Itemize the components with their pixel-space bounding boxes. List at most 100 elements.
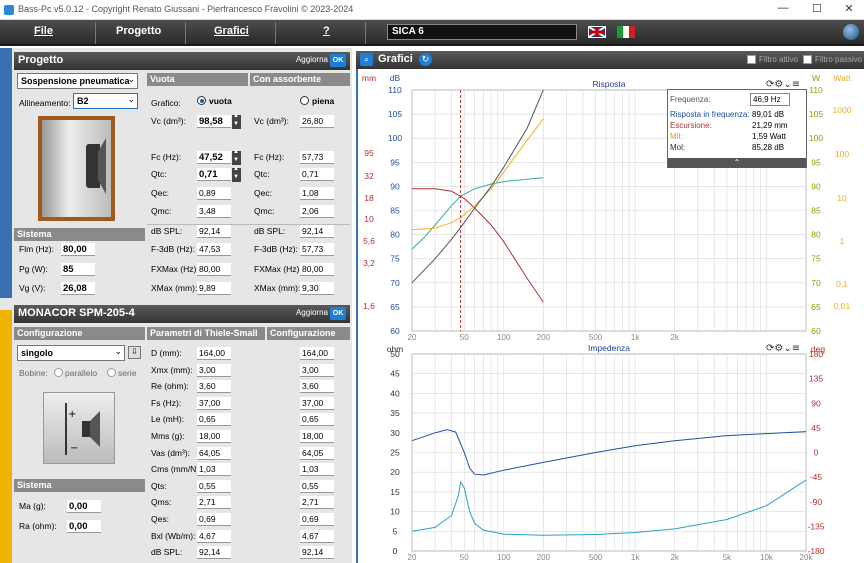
x-tick-label: 100 [497,553,511,562]
sistema-label: Pg (W): [19,264,48,274]
ts-config-value[interactable]: 0,69 [300,513,334,526]
menu-file[interactable]: File [34,25,53,37]
config-select[interactable]: singolo ⌄ [17,345,125,361]
watt-unit-label: Watt [833,73,851,83]
ts-value[interactable]: 1,03 [197,463,231,477]
vuota-value[interactable]: 92,14 [197,225,231,238]
ts-config-value[interactable]: 1,03 [300,463,334,477]
assorbente-label: F-3dB (Hz): [254,244,298,254]
ts-value[interactable]: 4,67 [197,529,231,543]
value-spinner[interactable] [232,166,241,182]
menu-help[interactable]: ? [323,25,330,37]
assorbente-value[interactable]: 80,00 [300,263,334,276]
filtro-attivo-checkbox[interactable] [747,55,756,64]
tooltip-row-value: 1,59 Watt [752,132,786,141]
piena-radio[interactable] [300,96,309,105]
piena-radio-label: piena [312,96,335,106]
serie-radio[interactable] [107,368,116,377]
vuota-value[interactable]: 80,00 [197,263,231,276]
ts-config-value[interactable]: 3,60 [300,380,334,394]
ts-value[interactable]: 0,69 [197,513,231,526]
value-spinner[interactable] [232,149,241,165]
ts-config-value[interactable]: 64,05 [300,446,334,460]
vuota-radio[interactable] [197,96,206,105]
vuota-value[interactable]: 3,48 [197,205,231,218]
project-name-field[interactable]: SICA 6 [387,24,577,40]
ts-config-value[interactable]: 0,65 [300,413,334,427]
ts-value[interactable]: 3,60 [197,380,231,394]
assorbente-value[interactable]: 92,14 [300,225,334,238]
vuota-value[interactable]: 0,71 [197,168,231,181]
vuota-value[interactable]: 9,89 [197,282,231,295]
ts-value[interactable]: 18,00 [197,430,231,443]
ts-label: Xmx (mm): [151,364,193,375]
assorbente-value[interactable]: 0,71 [300,168,334,181]
refresh-icon[interactable]: ↻ [419,53,432,66]
ts-label: Bxl (Wb/m): [151,530,196,541]
suspension-select[interactable]: Sospensione pneumatica ⌄ [17,73,138,89]
sistema-value[interactable]: 85 [61,263,95,276]
y-tick-label: 45 [390,369,400,379]
ts-config-value[interactable]: 4,67 [300,529,334,543]
driver-sistema-value[interactable]: 0,00 [67,520,101,533]
vuota-header: Vuota [147,73,248,86]
allineamento-select[interactable]: B2 ⌄ [73,93,138,109]
value-spinner[interactable] [232,113,241,129]
driver-sistema-header: Sistema [14,479,145,492]
close-button[interactable]: ✕ [834,2,864,18]
sistema-value[interactable]: 80,00 [61,243,95,256]
ts-config-value[interactable]: 2,71 [300,496,334,510]
y2-tick-label: 90 [811,398,821,408]
assorbente-value[interactable]: 57,73 [300,151,334,164]
ts-value[interactable]: 3,00 [197,363,231,377]
flag-uk-icon[interactable] [588,26,606,38]
filtro-passivo-checkbox[interactable] [803,55,812,64]
vuota-value[interactable]: 98,58 [197,115,231,128]
progetto-ok-button[interactable]: OK [330,54,346,67]
tooltip-row-value: 21,29 mm [752,121,788,130]
ts-config-value[interactable]: 164,00 [300,347,334,360]
flag-it-icon[interactable] [617,26,635,38]
assorbente-value[interactable]: 57,73 [300,243,334,256]
ts-value[interactable]: 64,05 [197,446,231,460]
search-icon[interactable]: ⌕ [360,53,373,66]
sistema-value[interactable]: 26,08 [61,282,95,295]
assorbente-value[interactable]: 1,08 [300,187,334,200]
vuota-label: Vc (dm³): [151,116,186,126]
ts-value[interactable]: 2,71 [197,496,231,510]
vuota-value[interactable]: 47,52 [197,151,231,164]
assorbente-value[interactable]: 2,06 [300,205,334,218]
ts-value[interactable]: 0,55 [197,479,231,493]
vuota-value[interactable]: 0,89 [197,187,231,200]
driver-sistema-label: Ra (ohm): [19,521,57,531]
ts-config-value[interactable]: 37,00 [300,396,334,410]
menu-progetto[interactable]: Progetto [116,25,161,37]
ts-value[interactable]: 164,00 [197,347,231,360]
ts-config-value[interactable]: 0,55 [300,479,334,493]
tooltip-collapse-button[interactable]: ⌃ [668,158,806,168]
ts-value[interactable]: 37,00 [197,396,231,410]
globe-icon[interactable] [843,24,859,40]
ts-value[interactable]: 92,14 [197,546,231,560]
assorbente-label: Qmc: [254,206,275,216]
bobine-label: Bobine: [19,368,48,378]
import-icon[interactable]: ⇩ [128,346,141,359]
assorbente-value[interactable]: 9,30 [300,282,334,295]
vuota-value[interactable]: 47,53 [197,243,231,256]
ts-config-value[interactable]: 3,00 [300,363,334,377]
y-tick-label: 60 [390,326,400,336]
driver-sistema-value[interactable]: 0,00 [67,500,101,513]
grafici-title: Grafici [378,53,413,65]
chart-toolbar-icons[interactable]: ⟳⚙⌄≡ [766,343,800,354]
minimize-button[interactable]: — [768,2,798,18]
assorbente-label: FXMax (Hz): [254,264,302,274]
maximize-button[interactable]: ☐ [802,2,832,18]
ts-config-value[interactable]: 18,00 [300,430,334,443]
parallelo-radio[interactable] [54,368,63,377]
ts-config-value[interactable]: 92,14 [300,546,334,560]
vuota-label: Qmc: [151,206,172,216]
assorbente-value[interactable]: 26,80 [300,115,334,128]
ts-value[interactable]: 0,65 [197,413,231,427]
menu-grafici[interactable]: Grafici [214,25,249,37]
driver-ok-button[interactable]: OK [330,307,346,320]
